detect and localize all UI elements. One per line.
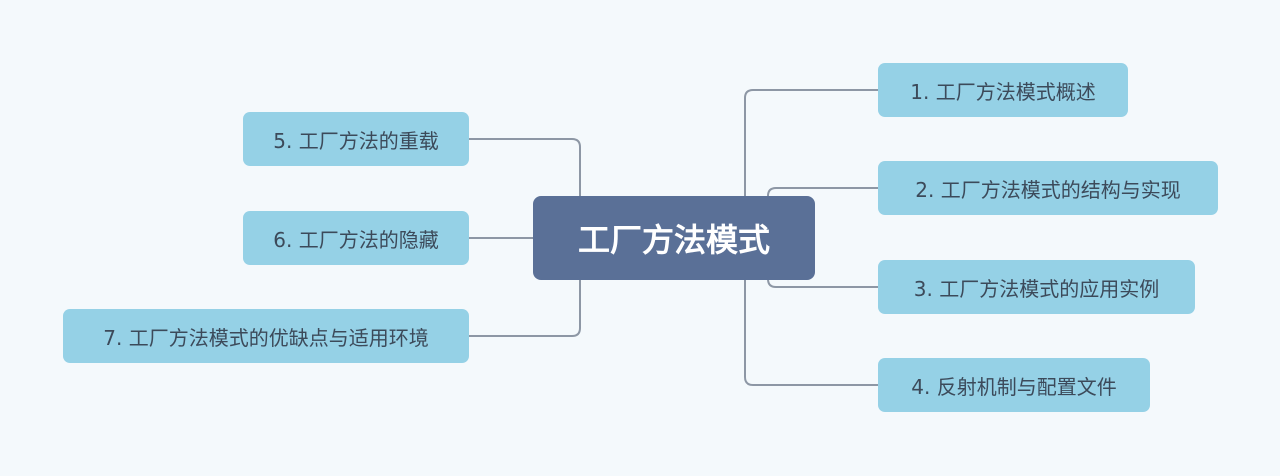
connector-b5 xyxy=(469,138,581,196)
connector-b3 xyxy=(767,278,878,288)
root-node-label: 工厂方法模式 xyxy=(577,221,770,259)
branch-node-label: 5. 工厂方法的重载 xyxy=(273,128,439,153)
connector-b2 xyxy=(767,187,878,197)
connector-b7 xyxy=(469,280,581,337)
branch-node-label: 6. 工厂方法的隐藏 xyxy=(273,227,439,252)
branch-node-1[interactable]: 1. 工厂方法模式概述 xyxy=(878,63,1128,117)
branch-node-label: 1. 工厂方法模式概述 xyxy=(910,79,1096,104)
branch-node-label: 7. 工厂方法模式的优缺点与适用环境 xyxy=(103,325,429,350)
branch-node-label: 3. 工厂方法模式的应用实例 xyxy=(913,276,1160,301)
branch-node-label: 2. 工厂方法模式的结构与实现 xyxy=(915,177,1181,202)
branch-node-5[interactable]: 5. 工厂方法的重载 xyxy=(243,112,469,166)
mind-map-canvas: 工厂方法模式 1. 工厂方法模式概述 2. 工厂方法模式的结构与实现 3. 工厂… xyxy=(0,0,1280,476)
connector-b4 xyxy=(744,280,878,386)
branch-node-2[interactable]: 2. 工厂方法模式的结构与实现 xyxy=(878,161,1218,215)
branch-node-6[interactable]: 6. 工厂方法的隐藏 xyxy=(243,211,469,265)
branch-node-4[interactable]: 4. 反射机制与配置文件 xyxy=(878,358,1150,412)
connector-b1 xyxy=(744,89,878,196)
branch-node-7[interactable]: 7. 工厂方法模式的优缺点与适用环境 xyxy=(63,309,469,363)
root-node[interactable]: 工厂方法模式 xyxy=(533,196,815,280)
branch-node-label: 4. 反射机制与配置文件 xyxy=(911,374,1117,399)
branch-node-3[interactable]: 3. 工厂方法模式的应用实例 xyxy=(878,260,1195,314)
